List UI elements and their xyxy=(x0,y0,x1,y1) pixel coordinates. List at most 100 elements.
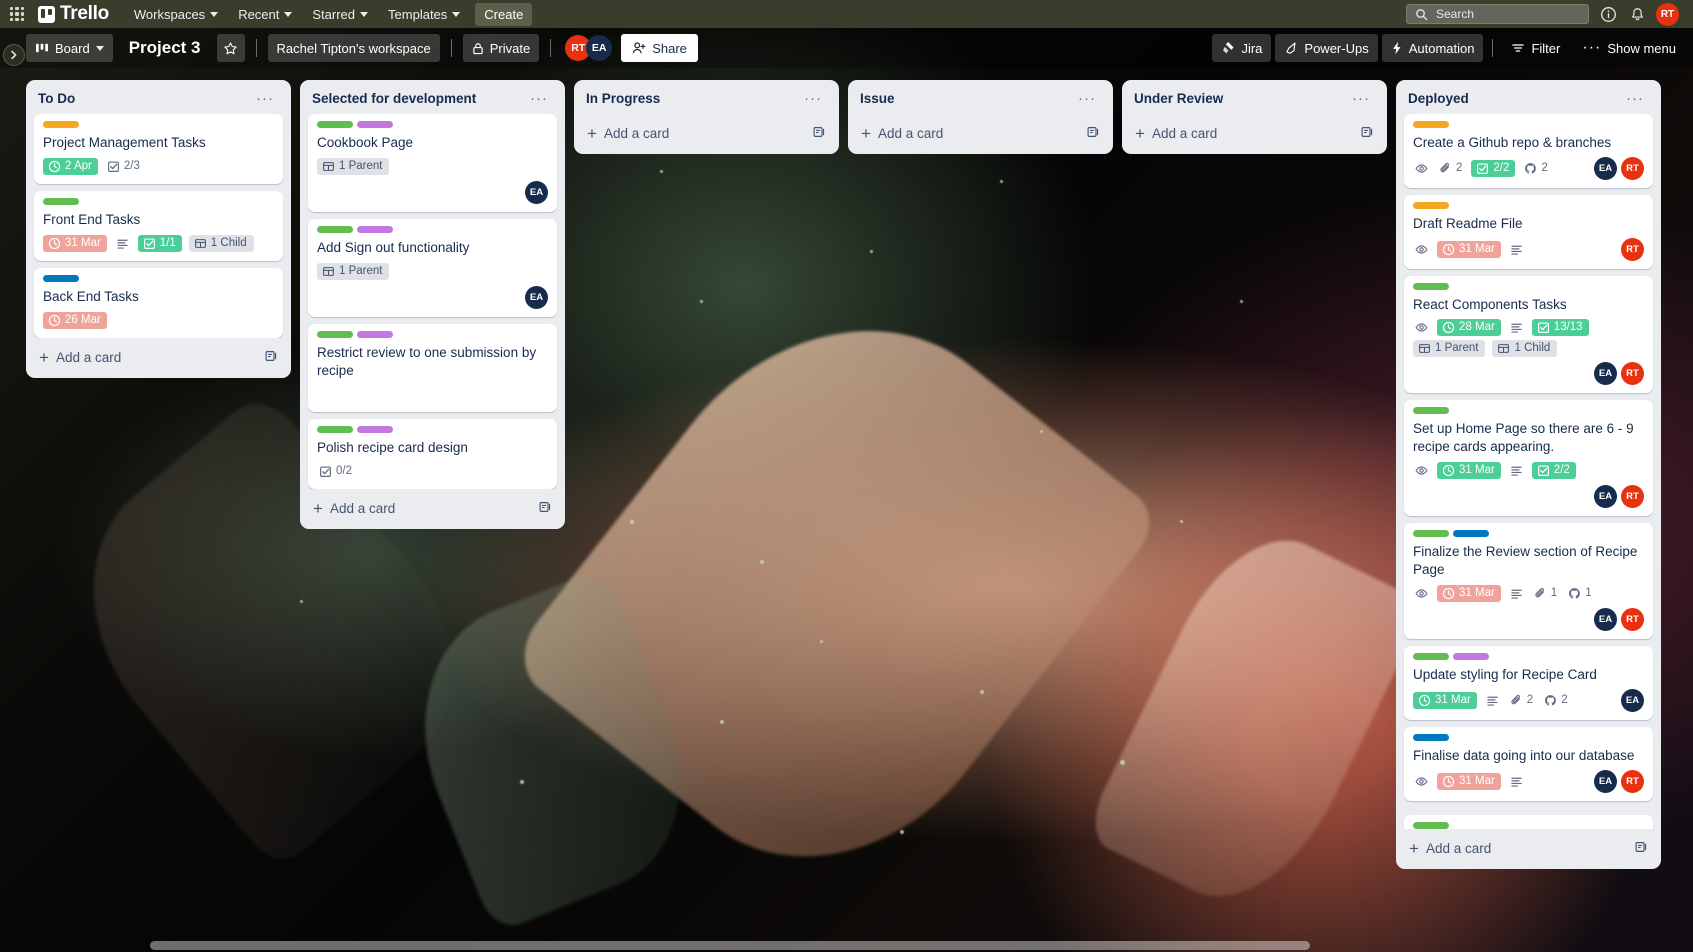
label-chip[interactable] xyxy=(357,225,393,233)
board-view-switcher[interactable]: Board xyxy=(26,34,113,62)
avatar[interactable]: RT xyxy=(1656,2,1679,26)
page-title[interactable]: Project 3 xyxy=(119,38,211,58)
trello-logo[interactable]: Trello xyxy=(38,3,109,25)
nav-item-starred[interactable]: Starred xyxy=(303,3,377,26)
info-icon[interactable] xyxy=(1598,4,1618,24)
avatar[interactable]: EA xyxy=(586,35,613,61)
label-chip[interactable] xyxy=(43,121,79,128)
label-chip[interactable] xyxy=(1413,529,1449,537)
avatar[interactable]: RT xyxy=(1621,361,1644,385)
label-chip[interactable] xyxy=(317,425,353,433)
nav-item-recent[interactable]: Recent xyxy=(229,3,301,26)
list-actions-icon[interactable]: ··· xyxy=(1347,91,1375,106)
card-template-icon[interactable] xyxy=(812,125,826,142)
share-button[interactable]: Share xyxy=(621,34,698,62)
label-chip[interactable] xyxy=(1413,201,1449,209)
card[interactable]: Front End Tasks 31 Mar 1/1 1 Child xyxy=(34,190,283,261)
show-menu-button[interactable]: ··· Show menu xyxy=(1573,34,1685,62)
label-chip[interactable] xyxy=(1453,529,1489,537)
visibility-button[interactable]: Private xyxy=(462,34,540,62)
card[interactable]: Finalize the Review section of Recipe Pa… xyxy=(1404,522,1653,639)
list-title[interactable]: In Progress xyxy=(586,91,799,106)
automation-button[interactable]: Automation xyxy=(1381,34,1484,62)
label-chip[interactable] xyxy=(1453,652,1489,660)
card[interactable]: Restrict review to one submission by rec… xyxy=(308,323,557,412)
add-card-button[interactable]: + Add a card xyxy=(852,116,1109,150)
card[interactable]: Update styling for Recipe Card 31 Mar 2 2 EA xyxy=(1404,645,1653,720)
avatar[interactable]: EA xyxy=(525,285,548,309)
card[interactable]: Finalise data going into our database 31 … xyxy=(1404,726,1653,801)
card[interactable]: Create a Github repo & branches 2 2/2 2 EA RT xyxy=(1404,114,1653,188)
label-chip[interactable] xyxy=(317,225,353,233)
label-chip[interactable] xyxy=(1413,282,1449,290)
card[interactable]: Polish recipe card design 0/2 xyxy=(308,418,557,489)
list-actions-icon[interactable]: ··· xyxy=(1073,91,1101,106)
avatar[interactable]: EA xyxy=(1594,156,1617,180)
label-chip[interactable] xyxy=(1413,821,1449,829)
avatar[interactable]: RT xyxy=(1621,237,1644,261)
label-chip[interactable] xyxy=(357,121,393,128)
card-template-icon[interactable] xyxy=(1086,125,1100,142)
workspace-name-button[interactable]: Rachel Tipton's workspace xyxy=(267,34,440,62)
partial-card[interactable] xyxy=(1404,814,1653,829)
label-chip[interactable] xyxy=(1413,733,1449,741)
card-template-icon[interactable] xyxy=(264,349,278,366)
search-input[interactable]: Search xyxy=(1406,4,1589,24)
label-chip[interactable] xyxy=(1413,406,1449,414)
list-actions-icon[interactable]: ··· xyxy=(799,91,827,106)
avatar[interactable]: EA xyxy=(525,180,548,204)
avatar[interactable]: RT xyxy=(1621,484,1644,508)
jira-button[interactable]: Jira xyxy=(1212,34,1272,62)
filter-button[interactable]: Filter xyxy=(1502,34,1569,62)
card-template-icon[interactable] xyxy=(1634,840,1648,857)
avatar[interactable]: EA xyxy=(1594,769,1617,793)
card[interactable]: Draft Readme File 31 Mar RT xyxy=(1404,194,1653,269)
add-card-button[interactable]: + Add a card xyxy=(578,116,835,150)
horizontal-scrollbar[interactable] xyxy=(0,938,1693,952)
nav-item-workspaces[interactable]: Workspaces xyxy=(125,3,227,26)
card-template-icon[interactable] xyxy=(1360,125,1374,142)
nav-item-templates[interactable]: Templates xyxy=(379,3,469,26)
list-title[interactable]: Under Review xyxy=(1134,91,1347,106)
star-icon[interactable] xyxy=(216,34,245,62)
add-card-button[interactable]: + Add a card xyxy=(30,340,287,374)
card[interactable]: React Components Tasks 28 Mar 13/13 1 Paren… xyxy=(1404,275,1653,393)
list-actions-icon[interactable]: ··· xyxy=(1621,91,1649,106)
label-chip[interactable] xyxy=(357,330,393,338)
list-actions-icon[interactable]: ··· xyxy=(251,91,279,106)
bell-icon[interactable] xyxy=(1627,4,1647,24)
label-chip[interactable] xyxy=(1413,652,1449,660)
label-chip[interactable] xyxy=(317,330,353,338)
apps-grid-icon[interactable] xyxy=(8,5,26,23)
sidebar-expand-button[interactable] xyxy=(3,44,25,66)
list-title[interactable]: Deployed xyxy=(1408,91,1621,106)
avatar[interactable]: EA xyxy=(1594,484,1617,508)
add-card-button[interactable]: + Add a card xyxy=(1126,116,1383,150)
avatar[interactable]: RT xyxy=(1621,607,1644,631)
add-card-button[interactable]: + Add a card xyxy=(1400,831,1657,865)
power-ups-button[interactable]: Power-Ups xyxy=(1275,34,1378,62)
avatar[interactable]: EA xyxy=(1594,607,1617,631)
avatar[interactable]: EA xyxy=(1594,361,1617,385)
scrollbar-thumb[interactable] xyxy=(150,941,1310,950)
card[interactable]: Set up Home Page so there are 6 - 9 reci… xyxy=(1404,399,1653,516)
list-title[interactable]: To Do xyxy=(38,91,251,106)
card[interactable]: Cookbook Page 1 Parent EA xyxy=(308,114,557,212)
label-chip[interactable] xyxy=(43,197,79,205)
card[interactable]: Back End Tasks 26 Mar xyxy=(34,267,283,338)
label-chip[interactable] xyxy=(43,274,79,282)
avatar[interactable]: RT xyxy=(1621,769,1644,793)
avatar[interactable]: RT xyxy=(1621,156,1644,180)
label-chip[interactable] xyxy=(1413,121,1449,128)
list-title[interactable]: Selected for development xyxy=(312,91,525,106)
card[interactable]: Add Sign out functionality 1 Parent EA xyxy=(308,218,557,317)
list-actions-icon[interactable]: ··· xyxy=(525,91,553,106)
avatar[interactable]: EA xyxy=(1621,688,1644,712)
card[interactable]: Project Management Tasks 2 Apr 2/3 xyxy=(34,114,283,184)
add-card-button[interactable]: + Add a card xyxy=(304,491,561,525)
label-chip[interactable] xyxy=(357,425,393,433)
create-button[interactable]: Create xyxy=(475,2,533,26)
list-title[interactable]: Issue xyxy=(860,91,1073,106)
card-template-icon[interactable] xyxy=(538,500,552,517)
label-chip[interactable] xyxy=(317,121,353,128)
